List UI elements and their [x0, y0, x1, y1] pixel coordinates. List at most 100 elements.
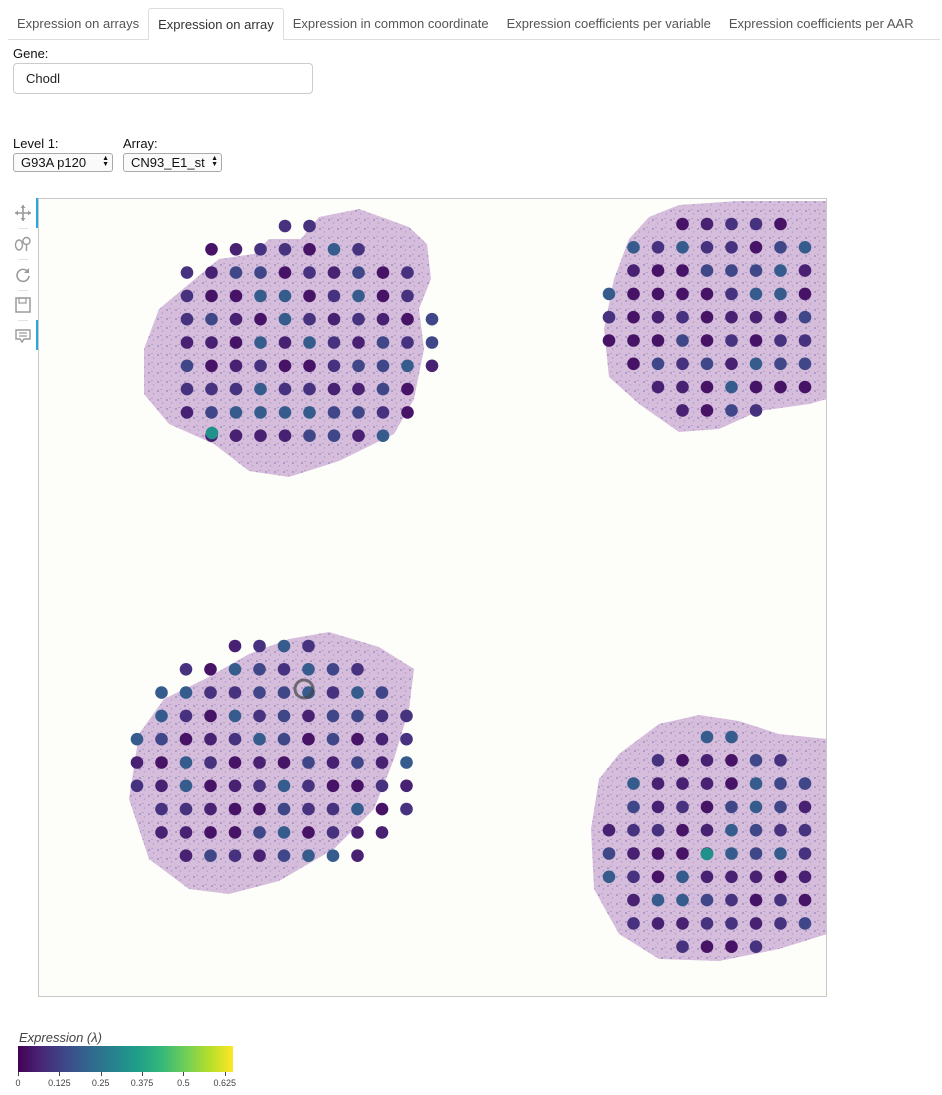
- expression-spot[interactable]: [774, 357, 787, 371]
- expression-spot[interactable]: [351, 709, 364, 723]
- expression-spot[interactable]: [375, 826, 389, 839]
- expression-spot[interactable]: [253, 802, 266, 816]
- expression-spot[interactable]: [278, 429, 292, 442]
- expression-spot[interactable]: [676, 380, 689, 394]
- expression-spot[interactable]: [327, 289, 341, 303]
- expression-spot[interactable]: [351, 732, 364, 746]
- expression-spot[interactable]: [327, 359, 341, 373]
- expression-spot[interactable]: [303, 266, 316, 279]
- expression-spot[interactable]: [651, 287, 665, 301]
- expression-spot[interactable]: [774, 241, 787, 254]
- expression-spot[interactable]: [725, 800, 738, 814]
- expression-spot[interactable]: [425, 359, 439, 373]
- expression-spot[interactable]: [725, 847, 738, 860]
- expression-spot[interactable]: [725, 917, 738, 930]
- expression-spot[interactable]: [376, 382, 390, 396]
- expression-spot[interactable]: [774, 800, 787, 814]
- expression-spot[interactable]: [130, 779, 144, 793]
- expression-spot[interactable]: [651, 380, 665, 394]
- expression-spot[interactable]: [725, 310, 738, 324]
- expression-spot[interactable]: [204, 849, 217, 862]
- expression-spot[interactable]: [228, 779, 242, 793]
- expression-spot[interactable]: [204, 686, 217, 699]
- expression-spot[interactable]: [351, 756, 364, 769]
- expression-spot[interactable]: [180, 312, 194, 326]
- expression-spot[interactable]: [179, 686, 193, 699]
- expression-spot[interactable]: [303, 359, 316, 373]
- expression-spot[interactable]: [774, 287, 787, 301]
- expression-spot[interactable]: [602, 847, 616, 860]
- expression-spot[interactable]: [798, 823, 812, 837]
- expression-spot[interactable]: [253, 826, 266, 839]
- array-select[interactable]: CN93_E1_st ▲ ▼: [123, 153, 222, 172]
- expression-spot[interactable]: [326, 802, 340, 816]
- expression-spot[interactable]: [155, 826, 168, 839]
- expression-spot[interactable]: [155, 686, 168, 699]
- expression-spot[interactable]: [798, 334, 812, 347]
- expression-spot[interactable]: [303, 219, 316, 233]
- expression-spot[interactable]: [277, 639, 291, 653]
- expression-spot[interactable]: [676, 777, 689, 790]
- expression-spot[interactable]: [725, 357, 738, 371]
- expression-spot[interactable]: [277, 709, 291, 723]
- expression-spot[interactable]: [676, 893, 689, 907]
- expression-spot[interactable]: [749, 241, 763, 254]
- expression-spot[interactable]: [229, 382, 243, 396]
- expression-spot[interactable]: [627, 893, 640, 907]
- expression-spot[interactable]: [676, 917, 689, 930]
- expression-spot[interactable]: [352, 289, 365, 303]
- expression-spot[interactable]: [326, 686, 340, 699]
- expression-spot[interactable]: [700, 287, 714, 301]
- expression-spot[interactable]: [749, 800, 763, 814]
- expression-spot[interactable]: [179, 826, 193, 839]
- expression-spot[interactable]: [303, 289, 316, 303]
- expression-spot[interactable]: [700, 800, 714, 814]
- expression-spot[interactable]: [749, 287, 763, 301]
- expression-spot[interactable]: [204, 732, 217, 746]
- expression-spot[interactable]: [376, 266, 390, 279]
- expression-spot[interactable]: [254, 312, 267, 326]
- expression-spot[interactable]: [725, 823, 738, 837]
- expression-spot[interactable]: [401, 382, 414, 396]
- expression-spot[interactable]: [326, 756, 340, 769]
- expression-spot[interactable]: [774, 777, 787, 790]
- spatial-expression-plot[interactable]: [38, 198, 827, 997]
- save-icon[interactable]: [14, 296, 32, 314]
- expression-spot[interactable]: [303, 406, 316, 419]
- expression-spot[interactable]: [302, 732, 315, 746]
- expression-spot[interactable]: [253, 756, 266, 769]
- expression-spot[interactable]: [725, 730, 738, 744]
- tab-expression-common-coordinate[interactable]: Expression in common coordinate: [284, 8, 498, 38]
- expression-spot[interactable]: [327, 406, 341, 419]
- expression-spot[interactable]: [205, 243, 218, 256]
- expression-spot[interactable]: [204, 802, 217, 816]
- expression-spot[interactable]: [700, 777, 714, 790]
- expression-spot[interactable]: [302, 849, 315, 862]
- expression-spot[interactable]: [774, 264, 787, 277]
- expression-spot[interactable]: [253, 849, 266, 862]
- pan-icon[interactable]: [14, 204, 32, 222]
- expression-spot[interactable]: [352, 429, 365, 442]
- expression-spot[interactable]: [155, 732, 168, 746]
- expression-spot[interactable]: [303, 243, 316, 256]
- expression-spot[interactable]: [278, 336, 292, 349]
- expression-spot[interactable]: [700, 310, 714, 324]
- expression-spot[interactable]: [278, 312, 292, 326]
- expression-spot[interactable]: [303, 382, 316, 396]
- expression-spot[interactable]: [376, 312, 390, 326]
- expression-spot[interactable]: [400, 802, 413, 816]
- expression-spot[interactable]: [277, 663, 291, 676]
- expression-spot[interactable]: [627, 917, 640, 930]
- expression-spot[interactable]: [130, 756, 144, 769]
- expression-spot[interactable]: [700, 334, 714, 347]
- expression-spot[interactable]: [351, 849, 364, 862]
- expression-spot[interactable]: [376, 359, 390, 373]
- expression-spot[interactable]: [228, 756, 242, 769]
- expression-spot[interactable]: [602, 287, 616, 301]
- expression-spot[interactable]: [651, 357, 665, 371]
- expression-spot[interactable]: [774, 217, 787, 231]
- expression-spot[interactable]: [253, 779, 266, 793]
- expression-spot[interactable]: [798, 380, 812, 394]
- expression-spot-high[interactable]: [700, 847, 714, 861]
- expression-spot[interactable]: [700, 217, 714, 231]
